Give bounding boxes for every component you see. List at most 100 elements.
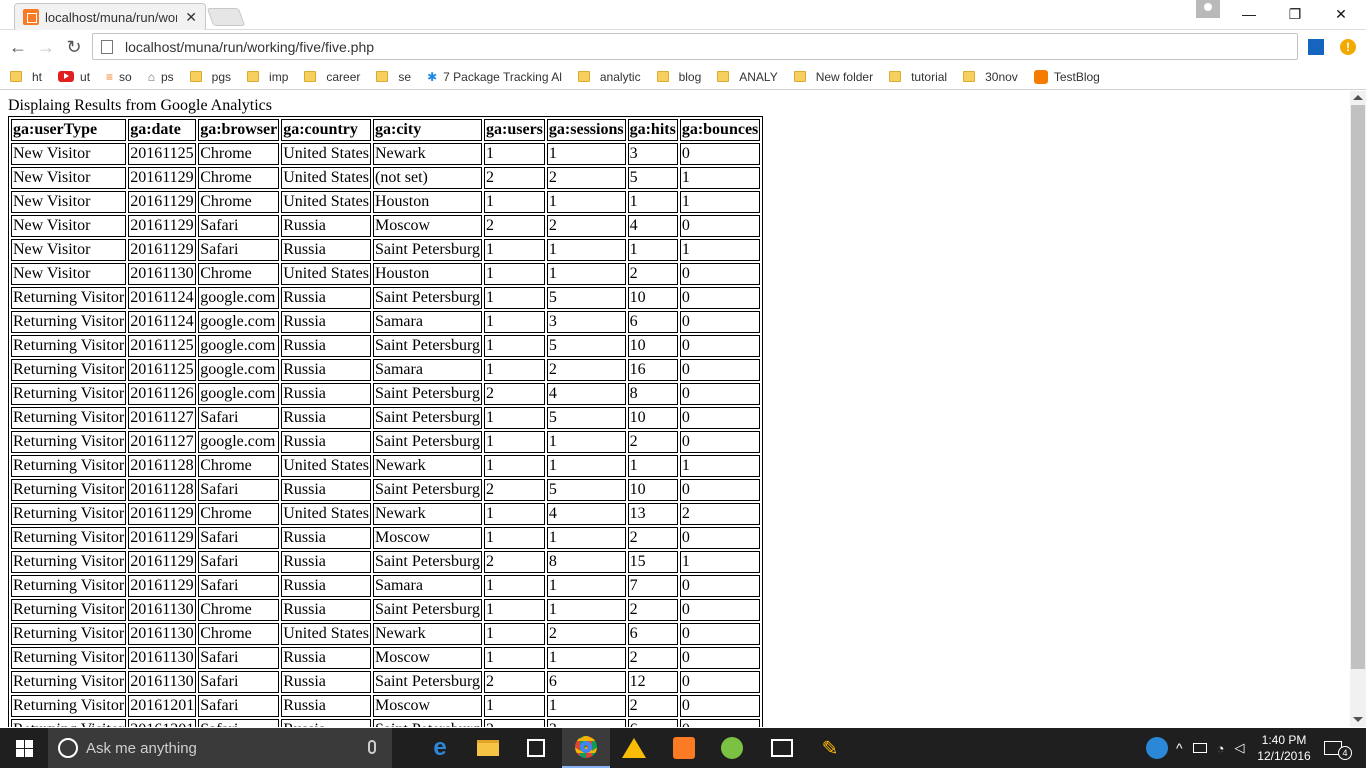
table-cell: Newark (372, 143, 483, 165)
table-cell: Russia (281, 431, 371, 453)
table-cell: 2 (484, 551, 545, 573)
table-cell: google.com (198, 431, 280, 453)
table-row: Returning Visitor20161201SafariRussiaSai… (11, 719, 761, 727)
bookmark-new-folder[interactable]: New folder (793, 70, 873, 84)
bookmark-so[interactable]: ≡ so (106, 70, 132, 84)
table-cell: 20161125 (128, 335, 197, 357)
edge-app-icon[interactable]: e (416, 728, 464, 768)
table-cell: 20161129 (128, 527, 197, 549)
analytics-table: ga:userType ga:date ga:browser ga:country ga… (8, 116, 764, 727)
bookmark-analytic[interactable]: analytic (577, 70, 641, 84)
table-cell: 1 (484, 143, 545, 165)
table-cell: 12 (627, 671, 678, 693)
chrome-app-icon[interactable] (562, 728, 610, 768)
bookmark-tutorial[interactable]: tutorial (889, 70, 947, 84)
microphone-icon[interactable] (368, 740, 376, 754)
table-cell: 1 (546, 455, 626, 477)
bookmark-package-tracking[interactable]: ✱ 7 Package Tracking Al (427, 70, 562, 84)
photos-app-icon[interactable] (758, 728, 806, 768)
bookmark-ht[interactable]: ht (10, 70, 42, 84)
table-cell: Returning Visitor (11, 383, 127, 405)
table-row: Returning Visitor 20161129 Safari Russia Mos… (11, 527, 761, 549)
xampp-app-icon[interactable] (660, 728, 708, 768)
tab-title: localhost/muna/run/wor (45, 9, 177, 25)
table-cell: Houston (372, 191, 483, 213)
table-cell: 4 (546, 503, 626, 525)
browser-tab[interactable]: localhost/muna/run/wor ✕ (14, 3, 206, 30)
table-cell: 20161124 (128, 311, 197, 333)
table-cell: Returning Visitor (11, 551, 127, 573)
table-cell: Saint Petersburg (372, 479, 483, 501)
table-cell: 20161130 (128, 647, 197, 669)
back-icon[interactable]: ← (8, 37, 28, 57)
table-cell: 0 (679, 431, 761, 453)
table-row: Returning Visitor 20161130 Safari Russia Sai… (11, 671, 761, 693)
drive-sync-app-icon[interactable] (708, 728, 756, 768)
table-cell: Chrome (198, 263, 280, 285)
table-cell: Moscow (372, 527, 483, 549)
update-icon[interactable] (1146, 737, 1168, 759)
scroll-thumb[interactable] (1351, 105, 1365, 669)
wifi-icon[interactable]: ◔ (1217, 741, 1225, 756)
table-cell: 20161124 (128, 287, 197, 309)
taskbar-clock[interactable]: 1:40 PM 12/1/2016 (1252, 732, 1316, 764)
address-bar[interactable]: localhost/muna/run/working/five/five.php (92, 33, 1298, 60)
action-center-button[interactable]: 4 (1324, 728, 1352, 768)
table-cell: 1 (546, 239, 626, 261)
table-cell: Russia (281, 383, 371, 405)
show-hidden-icons-icon[interactable]: ^ (1176, 740, 1183, 756)
table-cell: 5 (546, 407, 626, 429)
table-cell: 2 (627, 695, 678, 717)
bookmark-testblog[interactable]: TestBlog (1033, 69, 1100, 84)
page-scrollbar[interactable] (1350, 91, 1366, 727)
bookmark-imp[interactable]: imp (247, 70, 288, 84)
table-cell: 20161128 (128, 479, 197, 501)
table-row: Returning Visitor 20161128 Chrome United St… (11, 455, 761, 477)
table-row: New Visitor 20161130 Chrome United States Ho… (11, 263, 761, 285)
extension-alert-icon[interactable]: ! (1340, 39, 1356, 55)
bookmark-career[interactable]: career (304, 70, 360, 84)
bookmark-ps[interactable]: ⌂ ps (148, 70, 174, 84)
bookmark-pgs[interactable]: pgs (189, 70, 231, 84)
restore-icon[interactable]: ❐ (1272, 3, 1318, 25)
table-cell: 0 (679, 263, 761, 285)
scroll-up-icon[interactable] (1353, 95, 1363, 100)
column-header: ga:bounces (679, 119, 761, 141)
cortana-search-box[interactable]: Ask me anything (48, 728, 392, 768)
reload-icon[interactable]: ↻ (64, 37, 84, 57)
table-cell: 15 (627, 551, 678, 573)
bookmark-ut[interactable]: ut (58, 70, 90, 84)
bookmark-se[interactable]: se (376, 70, 411, 84)
forward-icon[interactable]: → (36, 37, 56, 57)
close-window-icon[interactable]: ✕ (1318, 3, 1364, 25)
page-content: Displaing Results from Google Analytics … (0, 91, 1350, 727)
start-button[interactable] (0, 728, 48, 768)
table-cell: 1 (679, 191, 761, 213)
table-cell: 2 (484, 167, 545, 189)
table-cell: 1 (484, 311, 545, 333)
table-cell: Russia (281, 719, 371, 727)
table-cell: google.com (198, 287, 280, 309)
table-row: New Visitor 20161125 Chrome United States Ne… (11, 143, 761, 165)
close-tab-icon[interactable]: ✕ (185, 9, 197, 26)
table-cell: Chrome (198, 455, 280, 477)
bookmark-analy[interactable]: ANALY (717, 70, 778, 84)
new-tab-button[interactable] (206, 8, 246, 26)
extension-trello-icon[interactable] (1308, 39, 1324, 55)
google-drive-app-icon[interactable] (610, 728, 658, 768)
table-cell: Chrome (198, 503, 280, 525)
scroll-down-icon[interactable] (1353, 717, 1363, 722)
battery-icon[interactable] (1192, 743, 1207, 753)
paint-app-icon[interactable]: ✎ (806, 728, 854, 768)
minimize-icon[interactable]: — (1226, 3, 1272, 25)
table-cell: Safari (198, 407, 280, 429)
table-cell: 20161130 (128, 599, 197, 621)
bookmark-30nov[interactable]: 30nov (963, 70, 1018, 84)
bookmark-blog[interactable]: blog (656, 70, 701, 84)
volume-icon[interactable]: ◁ (1234, 740, 1244, 756)
file-explorer-app-icon[interactable] (464, 728, 512, 768)
table-cell: Returning Visitor (11, 335, 127, 357)
store-app-icon[interactable] (512, 728, 560, 768)
url-text: localhost/muna/run/working/five/five.php (125, 38, 375, 55)
profile-icon[interactable] (1196, 0, 1220, 18)
